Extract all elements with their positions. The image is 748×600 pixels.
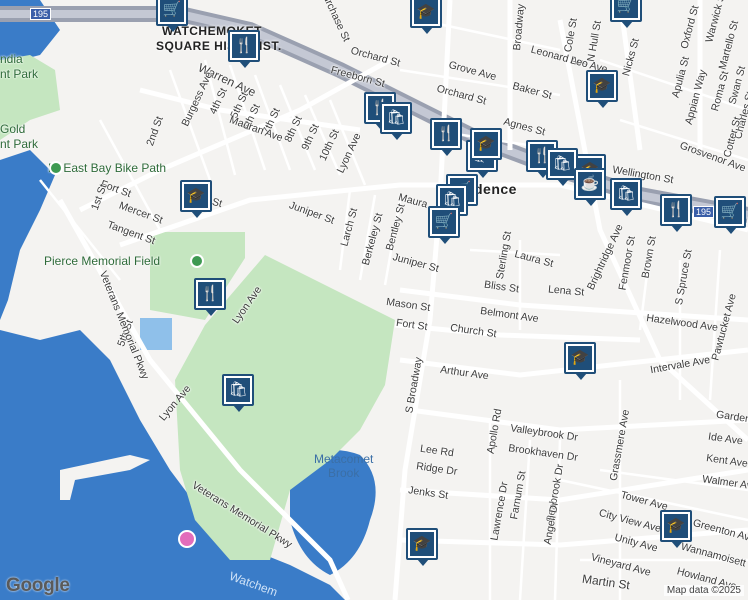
school-marker[interactable]: 🎓 [470, 128, 502, 166]
shopping-bag-icon: 🛍 [614, 182, 638, 206]
water-label-line1: Metacomet [314, 452, 374, 466]
grocery-marker[interactable]: 🛒 [428, 206, 460, 244]
graduation-cap-icon: 🎓 [410, 532, 434, 556]
restaurant-marker[interactable]: 🍴 [660, 194, 692, 232]
water-label-line2: Brook [328, 465, 360, 480]
park-label-3: Gold [0, 122, 26, 136]
fork-knife-icon: 🍴 [198, 282, 222, 306]
camera-poi-icon [178, 530, 196, 548]
poi-pin-icon [49, 161, 63, 175]
district-label-2: SQUARE HIST. DIST. [156, 39, 282, 53]
poi-pin-icon [190, 254, 204, 268]
cart-icon: 🛒 [160, 0, 184, 22]
shopping-marker[interactable]: 🛍 [222, 374, 254, 412]
cart-icon: 🛒 [718, 200, 742, 224]
school-marker[interactable]: 🎓 [660, 510, 692, 548]
grocery-marker[interactable]: 🛒 [156, 0, 188, 32]
grocery-marker[interactable]: 🛒 [610, 0, 642, 28]
graduation-cap-icon: 🎓 [568, 346, 592, 370]
restaurant-marker[interactable]: 🍴 [228, 30, 260, 68]
cafe-marker[interactable]: ☕ [574, 168, 606, 206]
school-marker[interactable]: 🎓 [180, 180, 212, 218]
google-logo: Google [6, 575, 70, 596]
school-marker[interactable]: 🎓 [406, 528, 438, 566]
school-marker[interactable]: 🎓 [586, 70, 618, 108]
highway-shield: 195 [30, 8, 52, 20]
restaurant-marker[interactable]: 🍴 [194, 278, 226, 316]
shopping-bag-icon: 🛍 [550, 152, 574, 176]
pierce-field-label[interactable]: Pierce Memorial Field [44, 255, 160, 267]
shopping-bag-icon: 🛍 [384, 106, 408, 130]
metacomet-label: Metacomet Brook [314, 452, 374, 481]
park-label-2: nt Park [0, 67, 39, 81]
shopping-bag-icon: 🛍 [226, 378, 250, 402]
restaurant-marker[interactable]: 🍴 [430, 118, 462, 156]
graduation-cap-icon: 🎓 [414, 0, 438, 24]
school-marker[interactable]: 🎓 [564, 342, 596, 380]
grocery-marker[interactable]: 🛒 [714, 196, 746, 234]
cart-icon: 🛒 [614, 0, 638, 18]
cart-icon: 🛒 [432, 210, 456, 234]
fork-knife-icon: 🍴 [664, 198, 688, 222]
graduation-cap-icon: 🎓 [184, 184, 208, 208]
city-label: dence [474, 181, 517, 197]
shopping-marker[interactable]: 🛍 [610, 178, 642, 216]
highway-shield: 195 [693, 206, 715, 218]
bike-path-label[interactable]: RI East Bay Bike Path [48, 162, 166, 174]
fork-knife-icon: 🍴 [434, 122, 458, 146]
shopping-marker[interactable]: 🛍 [380, 102, 412, 140]
graduation-cap-icon: 🎓 [664, 514, 688, 538]
fork-knife-icon: 🍴 [232, 34, 256, 58]
park-label-1: ndia [0, 52, 23, 66]
graduation-cap-icon: 🎓 [474, 132, 498, 156]
school-marker[interactable]: 🎓 [410, 0, 442, 34]
graduation-cap-icon: 🎓 [590, 74, 614, 98]
map-attribution: Map data ©2025 [663, 585, 744, 596]
park-label-4: nt Park [0, 137, 39, 151]
coffee-cup-icon: ☕ [578, 172, 602, 196]
